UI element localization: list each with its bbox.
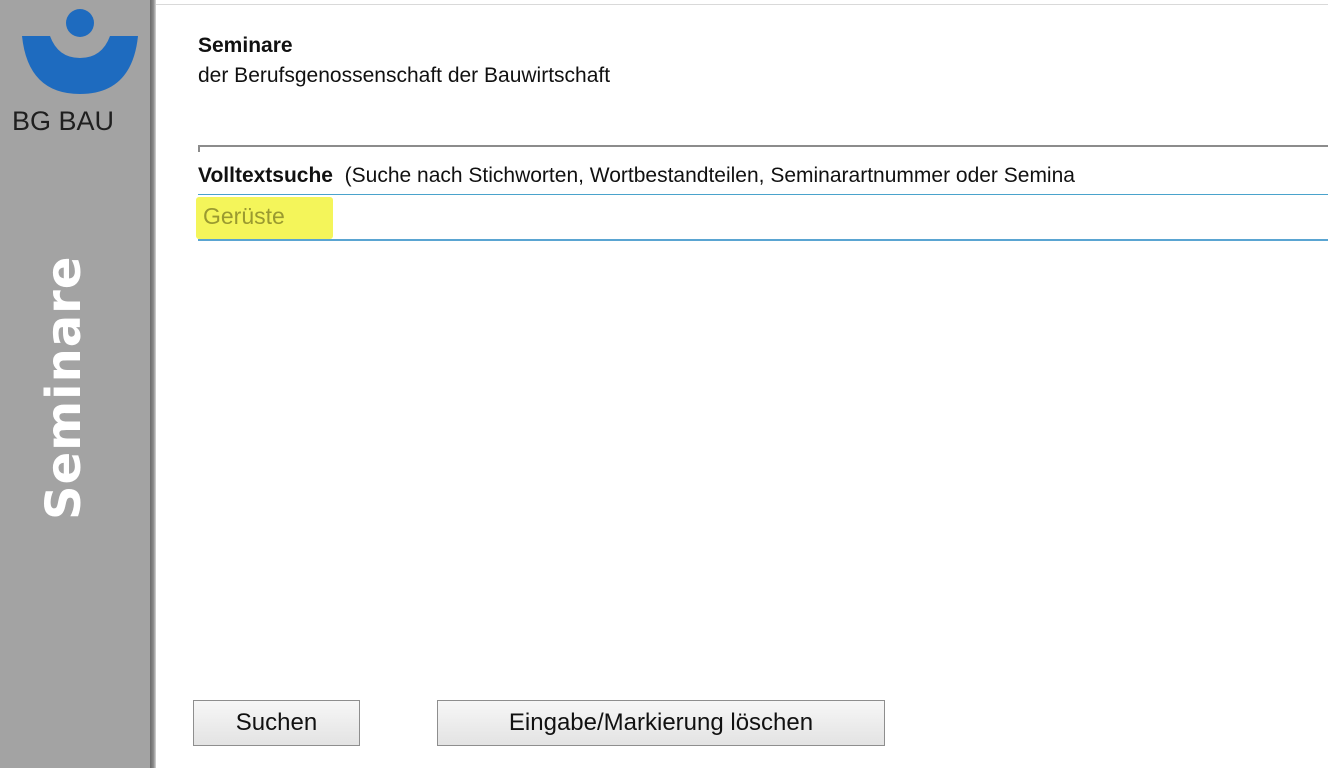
search-label: Volltextsuche	[198, 164, 333, 187]
search-button[interactable]: Suchen	[193, 700, 360, 746]
search-hint: (Suche nach Stichworten, Wortbestandteil…	[344, 164, 1075, 187]
section-divider	[198, 145, 1328, 147]
bg-bau-logo: BG BAU	[12, 8, 144, 148]
logo-mark-icon	[22, 9, 138, 94]
page-title: Seminare	[198, 34, 293, 57]
clear-input-button[interactable]: Eingabe/Markierung löschen	[437, 700, 885, 746]
logo-text: BG BAU	[12, 106, 115, 136]
top-divider	[156, 4, 1328, 5]
page-subtitle: der Berufsgenossenschaft der Bauwirtscha…	[198, 64, 611, 87]
search-input-top-border	[198, 194, 1328, 195]
search-label-row: Volltextsuche (Suche nach Stichworten, W…	[198, 164, 1075, 188]
sidebar-vertical-title: Seminare	[36, 255, 92, 520]
sidebar-edge	[150, 0, 156, 768]
search-input-bottom-border	[198, 239, 1328, 241]
search-input[interactable]	[198, 196, 1328, 238]
sidebar: BG BAU Seminare	[0, 0, 150, 768]
section-divider-tick	[198, 145, 200, 152]
